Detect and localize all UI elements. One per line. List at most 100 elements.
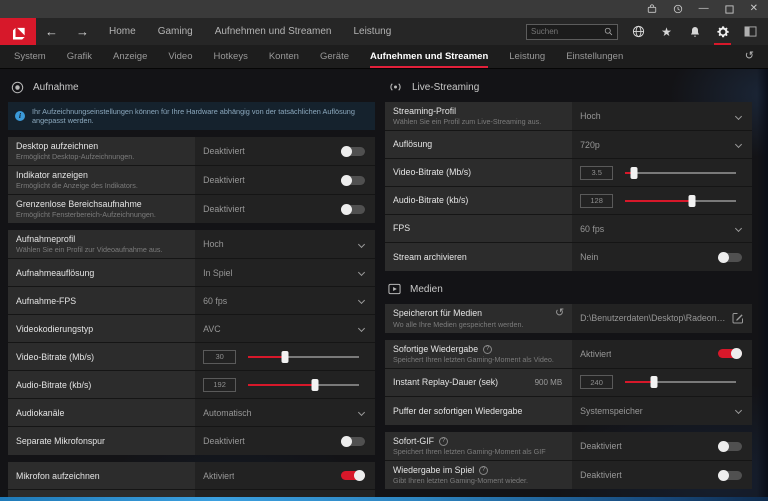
setting-value-cell: Deaktiviert (195, 137, 375, 165)
search-input[interactable] (531, 27, 604, 36)
back-arrow-icon[interactable]: ← (45, 25, 58, 38)
amd-radeon-logo[interactable] (0, 18, 36, 45)
setting-value: 60 fps (203, 296, 227, 306)
reset-default-icon[interactable]: ↺ (555, 308, 564, 319)
tab-hotkeys[interactable]: Hotkeys (214, 46, 248, 68)
toggle-knob (341, 436, 352, 447)
toggle-switch[interactable] (718, 442, 742, 451)
edit-icon[interactable] (732, 312, 744, 324)
maximize-button[interactable] (725, 5, 734, 14)
setting-label-cell: Sofort-GIF?Speichert Ihren letzten Gamin… (385, 432, 572, 460)
slider-thumb[interactable] (281, 351, 288, 363)
tab-einstellungen[interactable]: Einstellungen (566, 46, 623, 68)
toggle-switch[interactable] (341, 471, 365, 480)
help-icon[interactable]: ? (483, 345, 492, 354)
setting-value-cell: Deaktiviert (572, 432, 752, 460)
setting-value-cell[interactable]: Systemspeicher (572, 397, 752, 425)
toggle-switch[interactable] (341, 147, 365, 156)
slider-fill (625, 200, 692, 202)
tab-grafik[interactable]: Grafik (67, 46, 92, 68)
slider-track[interactable] (248, 384, 359, 386)
toggle-switch[interactable] (341, 176, 365, 185)
browser-icon[interactable] (631, 24, 646, 39)
toggle-knob (718, 441, 729, 452)
slider-value-input[interactable] (580, 166, 613, 180)
setting-value-cell[interactable]: AVC (195, 315, 375, 342)
restore-defaults-icon[interactable]: ↺ (745, 51, 754, 62)
setting-value: AVC (203, 324, 220, 334)
nav-item-gaming[interactable]: Gaming (158, 26, 193, 37)
toggle-switch[interactable] (718, 471, 742, 480)
history-icon[interactable] (673, 4, 683, 14)
nav-item-record-stream[interactable]: Aufnehmen und Streamen (215, 26, 332, 37)
setting-value: Deaktiviert (203, 204, 245, 214)
settings-row: Speicherort für Medien↺Wo alle Ihre Medi… (385, 304, 752, 333)
close-button[interactable]: ✕ (750, 4, 758, 14)
slider-track[interactable] (625, 200, 736, 202)
settings-row: Video-Bitrate (Mb/s) (385, 159, 752, 187)
tab-geraete[interactable]: Geräte (320, 46, 349, 68)
setting-value: Systemspeicher (580, 406, 643, 416)
slider-track[interactable] (625, 381, 736, 383)
setting-value-cell[interactable]: Hoch (195, 230, 375, 258)
tab-video[interactable]: Video (168, 46, 192, 68)
nav-item-home[interactable]: Home (109, 26, 136, 37)
help-icon[interactable]: ? (439, 437, 448, 446)
help-icon[interactable]: ? (479, 466, 488, 475)
setting-label-cell: Audiokanäle (8, 399, 195, 426)
slider-thumb[interactable] (650, 376, 657, 388)
setting-value-cell[interactable]: 60 fps (195, 287, 375, 314)
setting-value: Deaktiviert (203, 146, 245, 156)
setting-value-cell: Nein (572, 243, 752, 271)
search-box[interactable] (526, 24, 618, 40)
minimize-button[interactable]: — (699, 4, 709, 14)
setting-value-cell (572, 369, 752, 396)
chevron-down-icon (735, 407, 742, 414)
setting-label: Desktop aufzeichnen (16, 141, 98, 151)
slider-thumb[interactable] (311, 379, 318, 391)
settings-gear-icon[interactable] (715, 24, 730, 39)
toggle-switch[interactable] (341, 205, 365, 214)
setting-label: Aufnahmeauflösung (16, 268, 94, 278)
slider-track[interactable] (248, 356, 359, 358)
slider-track[interactable] (625, 172, 736, 174)
desktop-wallpaper-strip (0, 497, 768, 501)
feedback-icon[interactable] (647, 4, 657, 14)
toggle-switch[interactable] (718, 349, 742, 358)
slider-fill (248, 356, 285, 358)
setting-value-cell[interactable]: Hoch (572, 102, 752, 130)
settings-row: Audio-Bitrate (kb/s) (385, 187, 752, 215)
setting-description: Wählen Sie ein Profil zum Live-Streaming… (393, 118, 564, 126)
setting-value-cell[interactable]: Automatisch (195, 399, 375, 426)
notifications-icon[interactable] (687, 24, 702, 39)
slider-thumb[interactable] (631, 167, 638, 179)
chevron-down-icon (358, 241, 365, 248)
settings-group: Mikrofon aufzeichnenAktiviertMikrofonpeg… (8, 462, 375, 497)
setting-label-cell: Streaming-ProfilWählen Sie ein Profil zu… (385, 102, 572, 130)
nav-item-performance[interactable]: Leistung (353, 26, 391, 37)
setting-description: Speichert Ihren letzten Gaming-Moment al… (393, 448, 564, 456)
layout-panel-icon[interactable] (743, 24, 758, 39)
tab-konten[interactable]: Konten (269, 46, 299, 68)
favorites-icon[interactable]: ★ (659, 24, 674, 39)
slider-value-input[interactable] (203, 350, 236, 364)
setting-value-cell[interactable]: 60 fps (572, 215, 752, 242)
record-icon (11, 81, 24, 94)
setting-value-cell (195, 343, 375, 370)
slider-value-input[interactable] (580, 375, 613, 389)
tab-aufnehmen-und-streamen[interactable]: Aufnehmen und Streamen (370, 46, 488, 68)
setting-label-cell: Aufnahmeauflösung (8, 259, 195, 286)
slider-value-input[interactable] (580, 194, 613, 208)
slider-value-input[interactable] (203, 378, 236, 392)
tab-leistung[interactable]: Leistung (509, 46, 545, 68)
toggle-switch[interactable] (718, 253, 742, 262)
settings-group: Sofortige Wiedergabe?Speichert Ihren let… (385, 340, 752, 425)
slider-thumb[interactable] (688, 195, 695, 207)
tab-anzeige[interactable]: Anzeige (113, 46, 147, 68)
setting-value-cell[interactable]: In Spiel (195, 259, 375, 286)
livestream-section-header: Live-Streaming (388, 77, 752, 97)
toggle-switch[interactable] (341, 437, 365, 446)
forward-arrow-icon[interactable]: → (76, 25, 89, 38)
setting-value-cell[interactable]: 720p (572, 131, 752, 158)
tab-system[interactable]: System (14, 46, 46, 68)
